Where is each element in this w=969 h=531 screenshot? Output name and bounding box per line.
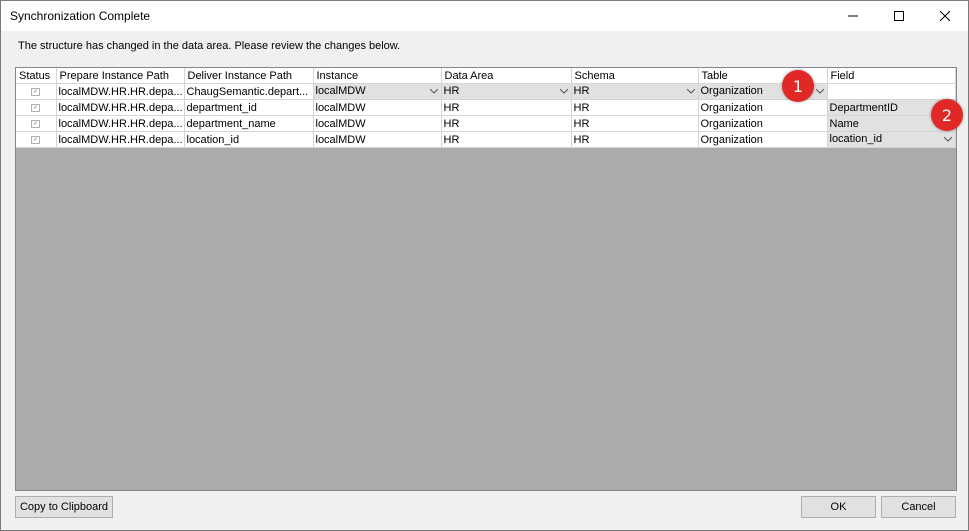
copy-to-clipboard-button[interactable]: Copy to Clipboard — [15, 496, 113, 518]
changes-grid[interactable]: Status Prepare Instance Path Deliver Ins… — [15, 67, 957, 491]
schema-cell[interactable]: HR — [571, 115, 699, 132]
instance-dropdown[interactable]: localMDW — [313, 83, 442, 100]
column-header-instance[interactable]: Instance — [313, 68, 442, 84]
deliver-path-cell[interactable]: department_id — [184, 99, 314, 116]
maximize-button[interactable] — [876, 1, 922, 31]
checkbox-icon: ✓ — [31, 119, 41, 128]
minimize-icon — [848, 15, 858, 17]
table-row: ✓ localMDW.HR.HR.depa... department_id l… — [16, 99, 956, 116]
schema-cell[interactable]: HR — [571, 131, 699, 148]
chevron-down-icon[interactable] — [941, 132, 955, 147]
prepare-path-cell[interactable]: localMDW.HR.HR.depa... — [56, 115, 185, 132]
deliver-path-cell[interactable]: ChaugSemantic.depart... — [184, 83, 314, 100]
table-row: ✓ localMDW.HR.HR.depa... department_name… — [16, 115, 956, 132]
table-cell[interactable]: Organization — [698, 131, 828, 148]
table-cell[interactable]: Organization — [698, 115, 828, 132]
checkbox-icon: ✓ — [31, 103, 41, 112]
info-message: The structure has changed in the data ar… — [18, 40, 401, 52]
status-cell[interactable]: ✓ — [16, 99, 57, 116]
checkbox-icon: ✓ — [31, 135, 41, 144]
cancel-button[interactable]: Cancel — [881, 496, 956, 518]
column-header-schema[interactable]: Schema — [571, 68, 699, 84]
callout-badge-1: 1 — [782, 70, 814, 102]
close-button[interactable] — [922, 1, 968, 31]
field-dropdown[interactable]: location_id — [827, 131, 956, 148]
title-bar: Synchronization Complete — [1, 1, 968, 31]
callout-badge-2: 2 — [931, 99, 963, 131]
header-row: Status Prepare Instance Path Deliver Ins… — [16, 68, 956, 84]
sync-dialog: Synchronization Complete The structure h… — [0, 0, 969, 531]
table-row: ✓ localMDW.HR.HR.depa... ChaugSemantic.d… — [16, 83, 956, 100]
changes-table: Status Prepare Instance Path Deliver Ins… — [16, 68, 956, 148]
instance-cell[interactable]: localMDW — [313, 115, 442, 132]
data-area-dropdown[interactable]: HR — [441, 83, 572, 100]
column-header-status[interactable]: Status — [16, 68, 57, 84]
minimize-button[interactable] — [830, 1, 876, 31]
field-cell[interactable] — [827, 83, 956, 100]
schema-cell[interactable]: HR — [571, 99, 699, 116]
schema-dropdown[interactable]: HR — [571, 83, 699, 100]
prepare-path-cell[interactable]: localMDW.HR.HR.depa... — [56, 131, 185, 148]
maximize-icon — [894, 11, 904, 21]
column-header-data-area[interactable]: Data Area — [441, 68, 572, 84]
data-area-cell[interactable]: HR — [441, 99, 572, 116]
prepare-path-cell[interactable]: localMDW.HR.HR.depa... — [56, 99, 185, 116]
instance-cell[interactable]: localMDW — [313, 99, 442, 116]
checkbox-icon: ✓ — [31, 87, 41, 96]
data-area-cell[interactable]: HR — [441, 115, 572, 132]
chevron-down-icon[interactable] — [813, 84, 827, 99]
column-header-prepare-path[interactable]: Prepare Instance Path — [56, 68, 185, 84]
deliver-path-cell[interactable]: location_id — [184, 131, 314, 148]
chevron-down-icon[interactable] — [684, 84, 698, 99]
data-area-cell[interactable]: HR — [441, 131, 572, 148]
ok-button[interactable]: OK — [801, 496, 876, 518]
table-row: ✓ localMDW.HR.HR.depa... location_id loc… — [16, 131, 956, 148]
window-title: Synchronization Complete — [10, 9, 151, 23]
table-cell[interactable]: Organization — [698, 99, 828, 116]
status-cell[interactable]: ✓ — [16, 115, 57, 132]
deliver-path-cell[interactable]: department_name — [184, 115, 314, 132]
chevron-down-icon[interactable] — [427, 84, 441, 99]
chevron-down-icon[interactable] — [557, 84, 571, 99]
prepare-path-cell[interactable]: localMDW.HR.HR.depa... — [56, 83, 185, 100]
status-cell[interactable]: ✓ — [16, 83, 57, 100]
status-cell[interactable]: ✓ — [16, 131, 57, 148]
close-icon — [940, 11, 950, 21]
column-header-deliver-path[interactable]: Deliver Instance Path — [184, 68, 314, 84]
column-header-field[interactable]: Field — [827, 68, 956, 84]
instance-cell[interactable]: localMDW — [313, 131, 442, 148]
